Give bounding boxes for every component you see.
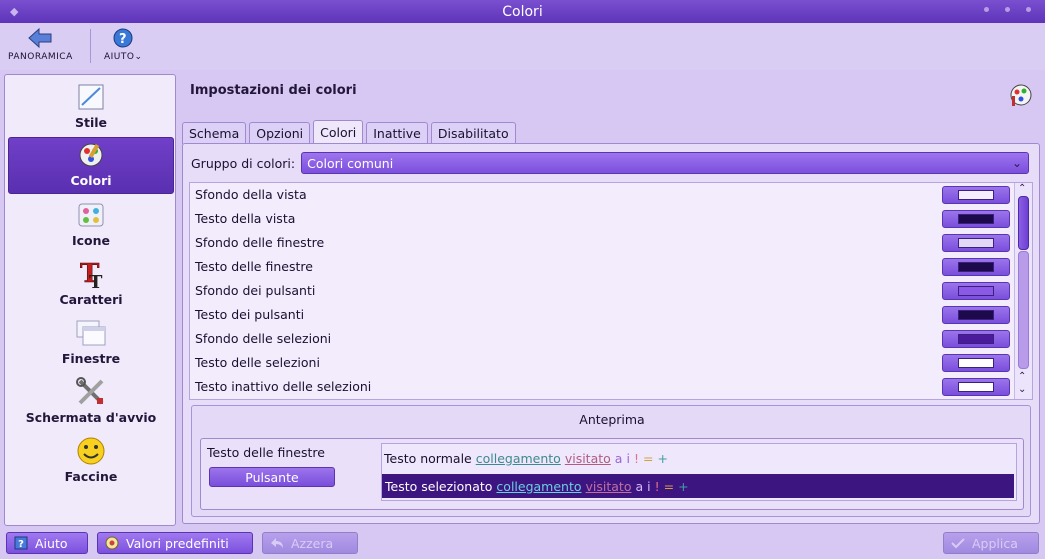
tab-bar: Schema Opzioni Colori Inattive Disabilit… xyxy=(182,120,519,144)
color-swatch xyxy=(958,214,994,224)
preview-button: Pulsante xyxy=(209,467,335,487)
color-picker-button[interactable] xyxy=(942,234,1010,252)
list-item: Sfondo della vista xyxy=(190,183,1016,207)
help-menu-button[interactable]: ? AIUTO⌄ xyxy=(104,27,143,62)
preview-visited-link: visitato xyxy=(585,478,632,494)
scroll-up-icon[interactable]: ⌃ xyxy=(1018,183,1026,194)
preview-link: collegamento xyxy=(475,450,561,466)
sidebar-item-colors[interactable]: Colori xyxy=(8,137,174,194)
windows-icon xyxy=(75,318,107,348)
minimize-button[interactable] xyxy=(984,7,989,12)
scrollbar-thumb[interactable] xyxy=(1018,196,1029,250)
colors-header-icon xyxy=(1008,82,1034,108)
help-icon: ? xyxy=(13,535,29,551)
title-bar: ◆ Colori xyxy=(0,0,1045,23)
color-swatch xyxy=(958,190,994,200)
chevron-down-icon: ⌄ xyxy=(1012,156,1023,170)
tab-colors[interactable]: Colori xyxy=(313,120,364,144)
preview-normal-line: Testo normale collegamento visitato a i … xyxy=(384,450,668,466)
tab-scheme[interactable]: Schema xyxy=(182,122,247,144)
colors-panel: Gruppo di colori: Colori comuni ⌄ Sfondo… xyxy=(182,143,1040,524)
preview-link: collegamento xyxy=(496,478,582,494)
icons-icon xyxy=(75,200,107,230)
color-swatch xyxy=(958,334,994,344)
list-item: Testo dei pulsanti xyxy=(190,303,1016,327)
defaults-icon xyxy=(104,535,120,551)
tab-inactive[interactable]: Inattive xyxy=(366,122,428,144)
list-item: Testo delle selezioni xyxy=(190,351,1016,375)
color-group-row: Gruppo di colori: Colori comuni ⌄ xyxy=(191,152,1030,174)
color-picker-button[interactable] xyxy=(942,258,1010,276)
color-swatch xyxy=(958,310,994,320)
sidebar-item-style[interactable]: Stile xyxy=(8,78,174,135)
undo-icon xyxy=(269,535,285,551)
color-group-label: Gruppo di colori: xyxy=(191,155,296,171)
tab-options[interactable]: Opzioni xyxy=(249,122,311,144)
overview-button[interactable]: PANORAMICA xyxy=(8,27,73,62)
color-swatch xyxy=(958,382,994,392)
sidebar: Stile Colori Icone TT Caratteri Finestre… xyxy=(4,74,176,526)
color-swatch xyxy=(958,286,994,296)
svg-text:?: ? xyxy=(18,539,24,550)
color-role-list: Sfondo della vista Testo della vista Sfo… xyxy=(189,182,1033,400)
preview-selected-line: Testo selezionato collegamento visitato … xyxy=(382,474,1014,498)
page-title: Impostazioni dei colori xyxy=(190,83,357,98)
svg-text:?: ? xyxy=(119,32,127,47)
smiley-icon xyxy=(75,436,107,466)
sidebar-item-fonts[interactable]: TT Caratteri xyxy=(8,255,174,312)
svg-text:T: T xyxy=(89,272,103,290)
color-picker-button[interactable] xyxy=(942,354,1010,372)
toolbar: PANORAMICA ? AIUTO⌄ xyxy=(0,23,1045,70)
list-item: Sfondo delle selezioni xyxy=(190,327,1016,351)
tab-disabled[interactable]: Disabilitato xyxy=(430,122,516,144)
scroll-up-icon[interactable]: ⌃ xyxy=(1018,371,1026,382)
sidebar-item-emoticons[interactable]: Faccine xyxy=(8,432,174,489)
reset-button[interactable]: Azzera xyxy=(262,532,358,554)
help-icon: ? xyxy=(113,28,133,48)
preview-box: Anteprima Testo delle finestre Pulsante … xyxy=(191,405,1031,517)
window-title: Colori xyxy=(502,3,543,20)
maximize-button[interactable] xyxy=(1005,7,1010,12)
color-swatch xyxy=(958,262,994,272)
color-group-select[interactable]: Colori comuni ⌄ xyxy=(301,152,1030,174)
toolbar-separator xyxy=(90,29,91,63)
sidebar-item-icons[interactable]: Icone xyxy=(8,196,174,253)
color-swatch xyxy=(958,238,994,248)
colors-icon xyxy=(75,140,107,170)
color-picker-button[interactable] xyxy=(942,186,1010,204)
color-picker-button[interactable] xyxy=(942,378,1010,396)
preview-text-area: Testo normale collegamento visitato a i … xyxy=(381,443,1017,501)
list-item: Testo della vista xyxy=(190,207,1016,231)
close-button[interactable] xyxy=(1026,7,1031,12)
scrollbar-track[interactable] xyxy=(1018,251,1029,369)
help-button[interactable]: ? Aiuto xyxy=(6,532,88,554)
list-item: Testo delle finestre xyxy=(190,255,1016,279)
apply-button[interactable]: Applica xyxy=(943,532,1039,554)
style-icon xyxy=(75,82,107,112)
fonts-icon: TT xyxy=(75,259,107,290)
checkmark-icon xyxy=(950,535,966,551)
sidebar-item-splash[interactable]: Schermata d'avvio xyxy=(8,373,174,430)
color-picker-button[interactable] xyxy=(942,330,1010,348)
list-item: Sfondo dei pulsanti xyxy=(190,279,1016,303)
preview-window: Testo delle finestre Pulsante Testo norm… xyxy=(200,438,1024,510)
list-item: Sfondo delle finestre xyxy=(190,231,1016,255)
color-picker-button[interactable] xyxy=(942,210,1010,228)
defaults-button[interactable]: Valori predefiniti xyxy=(97,532,253,554)
chevron-down-icon: ⌄ xyxy=(134,52,143,62)
list-scrollbar[interactable]: ⌃ ⌃ ⌄ xyxy=(1014,183,1032,399)
preview-visited-link: visitato xyxy=(564,450,611,466)
preview-title: Anteprima xyxy=(579,412,645,427)
color-picker-button[interactable] xyxy=(942,282,1010,300)
preview-window-text: Testo delle finestre xyxy=(207,445,325,460)
color-swatch xyxy=(958,358,994,368)
sidebar-item-windows[interactable]: Finestre xyxy=(8,314,174,371)
list-item: Testo inattivo delle selezioni xyxy=(190,375,1016,399)
back-arrow-icon xyxy=(28,27,52,49)
tools-icon xyxy=(75,377,107,407)
window-menu-icon[interactable]: ◆ xyxy=(10,5,18,18)
color-picker-button[interactable] xyxy=(942,306,1010,324)
scroll-down-icon[interactable]: ⌄ xyxy=(1018,384,1026,395)
